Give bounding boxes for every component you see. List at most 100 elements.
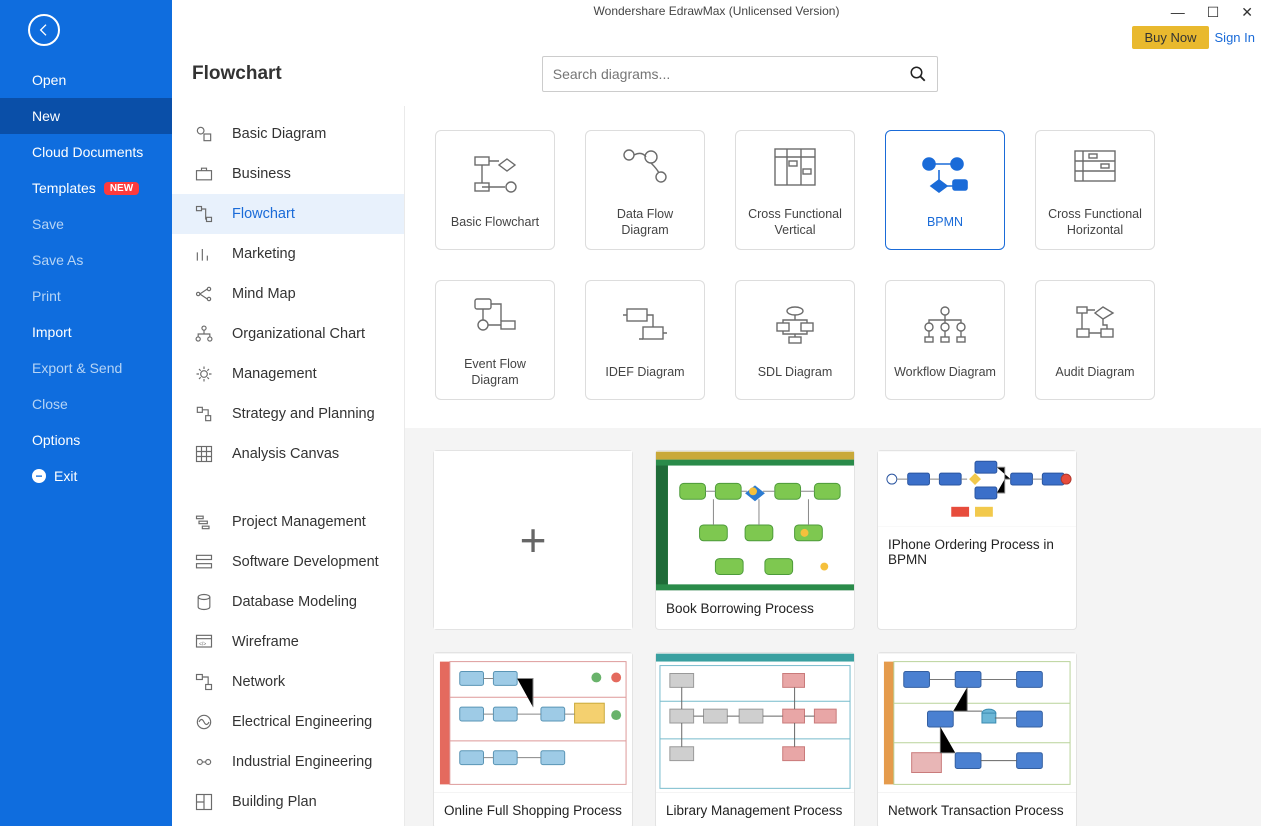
database-icon bbox=[194, 592, 214, 612]
tile-workflow[interactable]: Workflow Diagram bbox=[885, 280, 1005, 400]
cat-basic-diagram[interactable]: Basic Diagram bbox=[172, 114, 404, 154]
search-icon bbox=[909, 65, 927, 83]
industrial-icon bbox=[194, 752, 214, 772]
template-book-borrowing[interactable]: Book Borrowing Process bbox=[655, 450, 855, 630]
template-iphone-ordering[interactable]: IPhone Ordering Process in BPMN bbox=[877, 450, 1077, 630]
tile-basic-flowchart[interactable]: Basic Flowchart bbox=[435, 130, 555, 250]
shapes-icon bbox=[194, 124, 214, 144]
thumb-library-management bbox=[656, 653, 854, 793]
cat-label: Analysis Canvas bbox=[232, 446, 339, 462]
sign-in-link[interactable]: Sign In bbox=[1215, 30, 1255, 45]
menu-import[interactable]: Import bbox=[0, 314, 172, 350]
cat-building[interactable]: Building Plan bbox=[172, 782, 404, 822]
cat-strategy[interactable]: Strategy and Planning bbox=[172, 394, 404, 434]
cat-marketing[interactable]: Marketing bbox=[172, 234, 404, 274]
cat-network[interactable]: Network bbox=[172, 662, 404, 702]
tile-label: Event Flow Diagram bbox=[436, 356, 554, 389]
template-library-management[interactable]: Library Management Process bbox=[655, 652, 855, 826]
thumb-book-borrowing bbox=[656, 451, 854, 591]
idef-icon bbox=[619, 300, 671, 350]
cat-analysis[interactable]: Analysis Canvas bbox=[172, 434, 404, 474]
exit-icon: − bbox=[32, 469, 46, 483]
template-examples: + bbox=[405, 428, 1261, 826]
cat-mindmap[interactable]: Mind Map bbox=[172, 274, 404, 314]
minimize-button[interactable]: — bbox=[1171, 4, 1185, 21]
file-menu-panel: Open New Cloud Documents Templates NEW S… bbox=[0, 0, 172, 826]
cf-horizontal-icon bbox=[1069, 142, 1121, 192]
tile-cross-functional-horizontal[interactable]: Cross Functional Horizontal bbox=[1035, 130, 1155, 250]
template-online-shopping[interactable]: Online Full Shopping Process bbox=[433, 652, 633, 826]
menu-save-as[interactable]: Save As bbox=[0, 242, 172, 278]
cat-management[interactable]: Management bbox=[172, 354, 404, 394]
cf-vertical-icon bbox=[769, 142, 821, 192]
event-flow-icon bbox=[469, 292, 521, 342]
cat-wireframe[interactable]: </> Wireframe bbox=[172, 622, 404, 662]
tile-label: Cross Functional Horizontal bbox=[1036, 206, 1154, 239]
search-box[interactable] bbox=[542, 56, 938, 92]
grid-icon bbox=[194, 444, 214, 464]
orgchart-icon bbox=[194, 324, 214, 344]
cat-label: Building Plan bbox=[232, 794, 317, 810]
cat-software[interactable]: Software Development bbox=[172, 542, 404, 582]
template-label: Network Transaction Process bbox=[878, 793, 1076, 826]
cat-label: Network bbox=[232, 674, 285, 690]
cat-business[interactable]: Business bbox=[172, 154, 404, 194]
buy-now-button[interactable]: Buy Now bbox=[1132, 26, 1208, 49]
tile-cross-functional-vertical[interactable]: Cross Functional Vertical bbox=[735, 130, 855, 250]
network-icon bbox=[194, 672, 214, 692]
search-input[interactable] bbox=[553, 66, 909, 82]
template-label: Online Full Shopping Process bbox=[434, 793, 632, 826]
menu-export[interactable]: Export & Send bbox=[0, 350, 172, 386]
wave-icon bbox=[194, 712, 214, 732]
cat-label: Business bbox=[232, 166, 291, 182]
cat-label: Database Modeling bbox=[232, 594, 357, 610]
close-button[interactable]: ✕ bbox=[1241, 4, 1253, 21]
template-network-transaction[interactable]: Network Transaction Process bbox=[877, 652, 1077, 826]
cat-flowchart[interactable]: Flowchart bbox=[172, 194, 404, 234]
menu-close[interactable]: Close bbox=[0, 386, 172, 422]
menu-save[interactable]: Save bbox=[0, 206, 172, 242]
gantt-icon bbox=[194, 512, 214, 532]
menu-exit[interactable]: − Exit bbox=[0, 458, 172, 494]
cat-industrial[interactable]: Industrial Engineering bbox=[172, 742, 404, 782]
menu-exit-label: Exit bbox=[54, 468, 77, 484]
audit-icon bbox=[1069, 300, 1121, 350]
cat-label: Management bbox=[232, 366, 317, 382]
bpmn-icon bbox=[917, 150, 973, 200]
tile-data-flow[interactable]: Data Flow Diagram bbox=[585, 130, 705, 250]
template-blank[interactable]: + bbox=[433, 450, 633, 630]
flowchart-icon bbox=[194, 204, 214, 224]
sdl-icon bbox=[769, 300, 821, 350]
window-controls: — ☐ ✕ bbox=[1171, 4, 1253, 21]
dfd-icon bbox=[619, 142, 671, 192]
back-button[interactable] bbox=[28, 14, 60, 46]
new-badge: NEW bbox=[104, 182, 139, 195]
tile-label: Data Flow Diagram bbox=[586, 206, 704, 239]
menu-cloud-documents[interactable]: Cloud Documents bbox=[0, 134, 172, 170]
menu-options[interactable]: Options bbox=[0, 422, 172, 458]
page-title: Flowchart bbox=[192, 63, 282, 85]
cat-label: Project Management bbox=[232, 514, 366, 530]
cat-electrical[interactable]: Electrical Engineering bbox=[172, 702, 404, 742]
tile-event-flow[interactable]: Event Flow Diagram bbox=[435, 280, 555, 400]
diagram-type-grid: Basic Flowchart Data Flow Diagram Cross … bbox=[405, 106, 1261, 428]
menu-new[interactable]: New bbox=[0, 98, 172, 134]
tile-bpmn[interactable]: BPMN bbox=[885, 130, 1005, 250]
tile-audit[interactable]: Audit Diagram bbox=[1035, 280, 1155, 400]
tile-idef[interactable]: IDEF Diagram bbox=[585, 280, 705, 400]
menu-templates[interactable]: Templates NEW bbox=[0, 170, 172, 206]
tile-label: BPMN bbox=[921, 214, 969, 230]
menu-open[interactable]: Open bbox=[0, 62, 172, 98]
window-title: Wondershare EdrawMax (Unlicensed Version… bbox=[172, 0, 1261, 22]
maximize-button[interactable]: ☐ bbox=[1207, 4, 1220, 21]
tile-sdl[interactable]: SDL Diagram bbox=[735, 280, 855, 400]
plus-icon: + bbox=[520, 513, 547, 567]
arrow-left-icon bbox=[36, 22, 52, 38]
tile-label: IDEF Diagram bbox=[599, 364, 690, 380]
menu-print[interactable]: Print bbox=[0, 278, 172, 314]
basic-flowchart-icon bbox=[469, 150, 521, 200]
cat-database[interactable]: Database Modeling bbox=[172, 582, 404, 622]
cat-orgchart[interactable]: Organizational Chart bbox=[172, 314, 404, 354]
cat-project[interactable]: Project Management bbox=[172, 502, 404, 542]
tile-label: SDL Diagram bbox=[752, 364, 839, 380]
